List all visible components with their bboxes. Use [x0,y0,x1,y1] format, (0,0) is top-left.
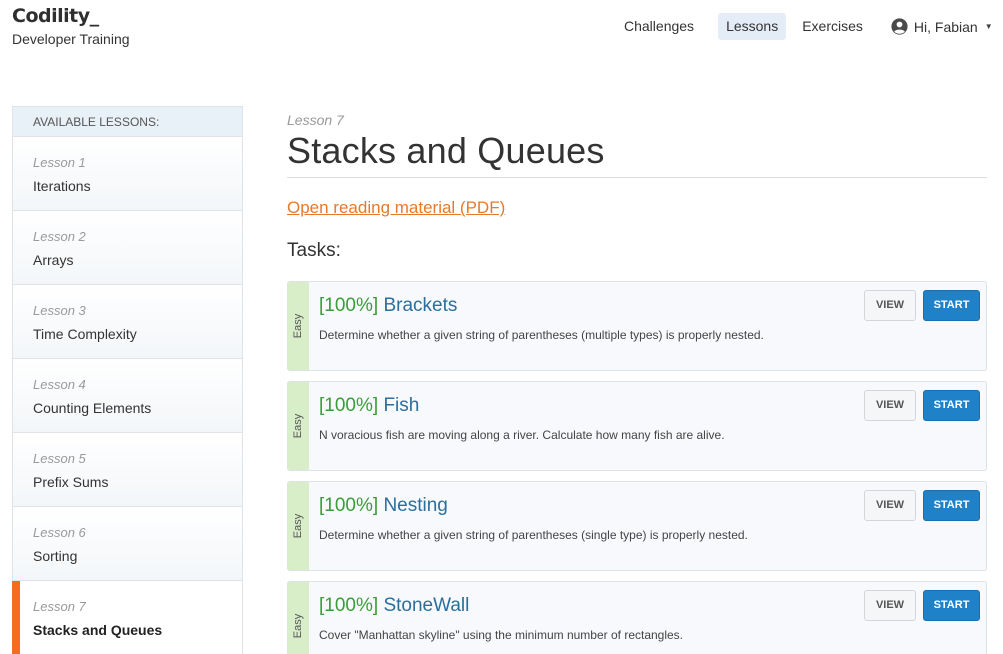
task-title[interactable]: [100%] StoneWall [319,595,469,617]
difficulty-label: Easy [292,313,304,339]
task-name[interactable]: Brackets [383,295,457,316]
difficulty-label: Easy [292,613,304,639]
sidebar-lesson-2[interactable]: Lesson 2 Arrays [13,211,242,285]
task-name[interactable]: Fish [383,395,419,416]
task-name[interactable]: StoneWall [383,595,469,616]
user-greeting: Hi, Fabian [913,18,978,35]
brand-logo[interactable]: Codility_ [12,5,130,27]
lesson-title: Counting Elements [33,400,152,416]
lesson-number: Lesson 6 [33,525,86,540]
difficulty-badge: Easy [288,482,309,570]
sidebar-lesson-7[interactable]: Lesson 7 Stacks and Queues [12,581,242,654]
lesson-number: Lesson 4 [33,377,86,392]
sidebar-lesson-5[interactable]: Lesson 5 Prefix Sums [13,433,242,507]
nav-challenges[interactable]: Challenges [616,13,702,40]
brand[interactable]: Codility_ Developer Training [12,5,130,47]
caret-down-icon: ▼ [984,22,993,31]
lesson-label: Lesson 7 [287,112,344,128]
task-card-fish: Easy [100%] Fish N voracious fish are mo… [287,381,987,471]
sidebar-lesson-1[interactable]: Lesson 1 Iterations [13,137,242,211]
task-name[interactable]: Nesting [383,495,447,516]
lesson-number: Lesson 7 [33,599,86,614]
task-card-nesting: Easy [100%] Nesting Determine whether a … [287,481,987,571]
task-description: Determine whether a given string of pare… [319,528,748,542]
lesson-title: Arrays [33,252,74,268]
user-avatar-icon [891,18,908,35]
sidebar-lesson-4[interactable]: Lesson 4 Counting Elements [13,359,242,433]
tasks-heading: Tasks: [287,240,341,261]
nav-lessons[interactable]: Lessons [718,13,787,40]
task-score: [100%] [319,495,379,516]
lesson-content: Lesson 7 Stacks and Queues Open reading … [287,112,987,262]
lessons-sidebar: AVAILABLE LESSONS: Lesson 1 Iterations L… [12,106,243,654]
task-score: [100%] [319,395,379,416]
sidebar-lesson-3[interactable]: Lesson 3 Time Complexity [13,285,242,359]
view-button[interactable]: VIEW [864,390,916,421]
task-title[interactable]: [100%] Fish [319,395,419,417]
task-description: N voracious fish are moving along a rive… [319,428,725,442]
view-button[interactable]: VIEW [864,590,916,621]
start-button[interactable]: START [923,590,980,621]
task-description: Cover "Manhattan skyline" using the mini… [319,628,684,642]
task-card-brackets: Easy [100%] Brackets Determine whether a… [287,281,987,371]
brand-subtitle: Developer Training [12,31,130,47]
nav-exercises[interactable]: Exercises [794,13,871,40]
reading-material-link[interactable]: Open reading material (PDF) [287,198,505,218]
difficulty-badge: Easy [288,382,309,470]
difficulty-badge: Easy [288,282,309,370]
lesson-number: Lesson 1 [33,155,86,170]
start-button[interactable]: START [923,290,980,321]
view-button[interactable]: VIEW [864,290,916,321]
sidebar-heading: AVAILABLE LESSONS: [13,107,242,137]
difficulty-label: Easy [292,513,304,539]
task-score: [100%] [319,595,379,616]
lesson-title: Prefix Sums [33,474,109,490]
lesson-number: Lesson 3 [33,303,86,318]
difficulty-label: Easy [292,413,304,439]
page-title: Stacks and Queues [287,130,987,178]
sidebar-lesson-6[interactable]: Lesson 6 Sorting [13,507,242,581]
lesson-title: Stacks and Queues [33,622,163,638]
view-button[interactable]: VIEW [864,490,916,521]
start-button[interactable]: START [923,390,980,421]
start-button[interactable]: START [923,490,980,521]
task-card-stonewall: Easy [100%] StoneWall Cover "Manhattan s… [287,581,987,654]
difficulty-badge: Easy [288,582,309,654]
user-menu[interactable]: Hi, Fabian ▼ [891,18,993,35]
lesson-number: Lesson 5 [33,451,86,466]
task-score: [100%] [319,295,379,316]
lesson-title: Iterations [33,178,91,194]
task-description: Determine whether a given string of pare… [319,328,764,342]
lesson-title: Time Complexity [33,326,137,342]
top-nav: Challenges Lessons Exercises Hi, Fabian … [616,13,993,40]
task-title[interactable]: [100%] Brackets [319,295,457,317]
task-title[interactable]: [100%] Nesting [319,495,448,517]
lesson-title: Sorting [33,548,78,564]
lesson-number: Lesson 2 [33,229,86,244]
